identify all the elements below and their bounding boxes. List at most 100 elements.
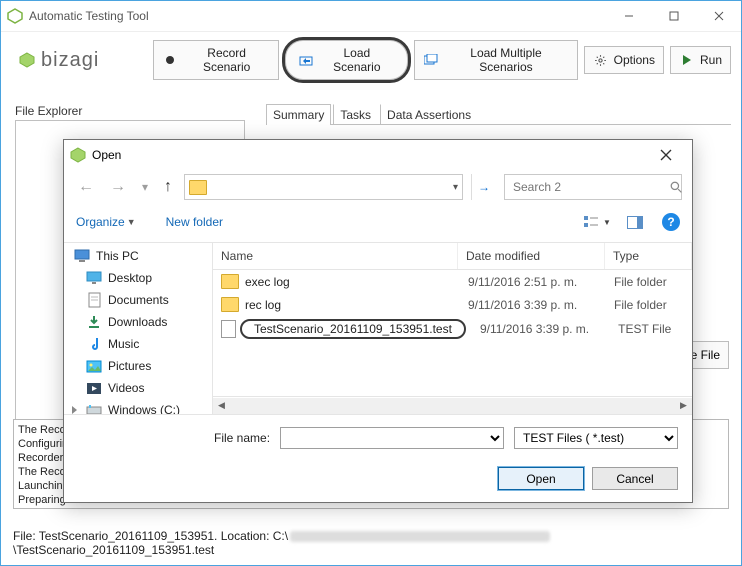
forward-button[interactable]: → [106, 176, 130, 198]
downloads-icon [86, 314, 102, 330]
column-date[interactable]: Date modified [458, 243, 605, 269]
tree-drive-c[interactable]: Windows (C:) [64, 399, 212, 414]
search-icon [670, 179, 683, 195]
maximize-button[interactable] [651, 2, 696, 31]
brand-text: bizagi [41, 49, 99, 72]
list-item[interactable]: exec log 9/11/2016 2:51 p. m. File folde… [213, 270, 692, 293]
scroll-left-button[interactable]: ◀ [213, 398, 230, 414]
dialog-toolbar: Organize ▼ New folder ▼ ? [64, 204, 692, 243]
tab-tasks[interactable]: Tasks [333, 104, 378, 125]
nav-tree[interactable]: This PC Desktop Documents Downloads Musi… [64, 243, 213, 414]
tree-downloads[interactable]: Downloads [64, 311, 212, 333]
column-type[interactable]: Type [605, 243, 692, 269]
tree-pictures[interactable]: Pictures [64, 355, 212, 377]
tree-this-pc[interactable]: This PC [64, 245, 212, 267]
horizontal-scrollbar[interactable]: ◀ ▶ [213, 396, 692, 414]
drive-icon [86, 402, 102, 414]
dialog-footer: File name: TEST Files ( *.test) [64, 415, 692, 461]
run-label: Run [700, 53, 722, 67]
dialog-title: Open [92, 148, 646, 162]
scroll-track[interactable] [230, 398, 675, 414]
load-multiple-button[interactable]: Load Multiple Scenarios [414, 40, 578, 80]
run-button[interactable]: Run [670, 46, 731, 74]
app-window: Automatic Testing Tool bizagi Record Sce… [0, 0, 742, 566]
preview-pane-button[interactable] [618, 210, 652, 234]
options-button[interactable]: Options [584, 46, 664, 74]
list-header: Name Date modified Type [213, 243, 692, 270]
dialog-close-button[interactable] [646, 141, 686, 169]
status-prefix: File: TestScenario_20161109_153951. Loca… [13, 529, 288, 543]
record-scenario-button[interactable]: Record Scenario [153, 40, 279, 80]
dialog-buttons: Open Cancel [64, 461, 692, 502]
back-button[interactable]: ← [74, 176, 98, 198]
titlebar: Automatic Testing Tool [1, 1, 741, 32]
help-button[interactable]: ? [662, 213, 680, 231]
list-item[interactable]: rec log 9/11/2016 3:39 p. m. File folder [213, 293, 692, 316]
log-line: Scenario [18, 507, 724, 509]
load-multiple-label: Load Multiple Scenarios [443, 46, 568, 74]
record-label: Record Scenario [183, 46, 270, 74]
file-list: Name Date modified Type exec log 9/11/20… [213, 243, 692, 414]
file-icon [221, 320, 236, 338]
search-box[interactable] [504, 174, 682, 200]
filter-select[interactable]: TEST Files ( *.test) [514, 427, 678, 449]
close-button[interactable] [696, 2, 741, 31]
column-name[interactable]: Name [213, 243, 458, 269]
tab-summary[interactable]: Summary [266, 104, 331, 125]
documents-icon [86, 292, 102, 308]
app-icon [7, 8, 23, 24]
tab-assertions[interactable]: Data Assertions [380, 104, 478, 125]
brand: bizagi [19, 49, 99, 72]
list-rows[interactable]: exec log 9/11/2016 2:51 p. m. File folde… [213, 270, 692, 396]
tree-music[interactable]: Music [64, 333, 212, 355]
status-bar: File: TestScenario_20161109_153951. Loca… [13, 529, 741, 557]
play-icon [679, 52, 695, 68]
list-item[interactable]: TestScenario_20161109_153951.test 9/11/2… [213, 316, 692, 342]
record-icon [162, 52, 178, 68]
folder-icon [221, 297, 239, 312]
recent-dropdown[interactable]: ▾ [138, 178, 152, 196]
file-explorer-label: File Explorer [15, 104, 245, 118]
options-label: Options [614, 53, 655, 67]
gear-icon [593, 52, 609, 68]
folder-icon [189, 180, 207, 195]
scroll-right-button[interactable]: ▶ [675, 398, 692, 414]
desktop-icon [86, 270, 102, 286]
redacted-path [290, 531, 550, 542]
up-button[interactable]: ↑ [160, 176, 176, 198]
organize-button[interactable]: Organize ▼ [76, 215, 136, 229]
dialog-body: This PC Desktop Documents Downloads Musi… [64, 243, 692, 415]
main-toolbar: bizagi Record Scenario Load Scenario Loa… [1, 32, 741, 104]
brand-icon [19, 52, 35, 68]
tree-videos[interactable]: Videos [64, 377, 212, 399]
filename-input[interactable] [280, 427, 504, 449]
music-icon [86, 336, 102, 352]
videos-icon [86, 380, 102, 396]
dialog-titlebar: Open [64, 140, 692, 170]
tree-desktop[interactable]: Desktop [64, 267, 212, 289]
minimize-button[interactable] [606, 2, 651, 31]
view-mode-button[interactable]: ▼ [580, 210, 614, 234]
tabs: Summary Tasks Data Assertions [266, 104, 731, 125]
path-input[interactable]: ▾ [184, 174, 463, 200]
chevron-down-icon[interactable]: ▾ [453, 182, 458, 193]
status-suffix: \TestScenario_20161109_153951.test [13, 543, 214, 557]
dialog-nav: ← → ▾ ↑ ▾ → [64, 170, 692, 204]
go-button[interactable]: → [471, 174, 496, 200]
load-label: Load Scenario [319, 46, 395, 74]
app-title: Automatic Testing Tool [29, 9, 606, 23]
open-dialog: Open ← → ▾ ↑ ▾ → Organize ▼ New folder [63, 139, 693, 503]
pictures-icon [86, 358, 102, 374]
open-button[interactable]: Open [498, 467, 584, 490]
load-icon [298, 52, 314, 68]
load-scenario-button[interactable]: Load Scenario [285, 40, 407, 80]
search-input[interactable] [511, 179, 670, 195]
load-multiple-icon [423, 52, 439, 68]
new-folder-button[interactable]: New folder [166, 215, 223, 229]
tree-documents[interactable]: Documents [64, 289, 212, 311]
cancel-button[interactable]: Cancel [592, 467, 678, 490]
filename-label: File name: [214, 431, 270, 445]
folder-icon [221, 274, 239, 289]
dialog-icon [70, 147, 86, 163]
pc-icon [74, 248, 90, 264]
